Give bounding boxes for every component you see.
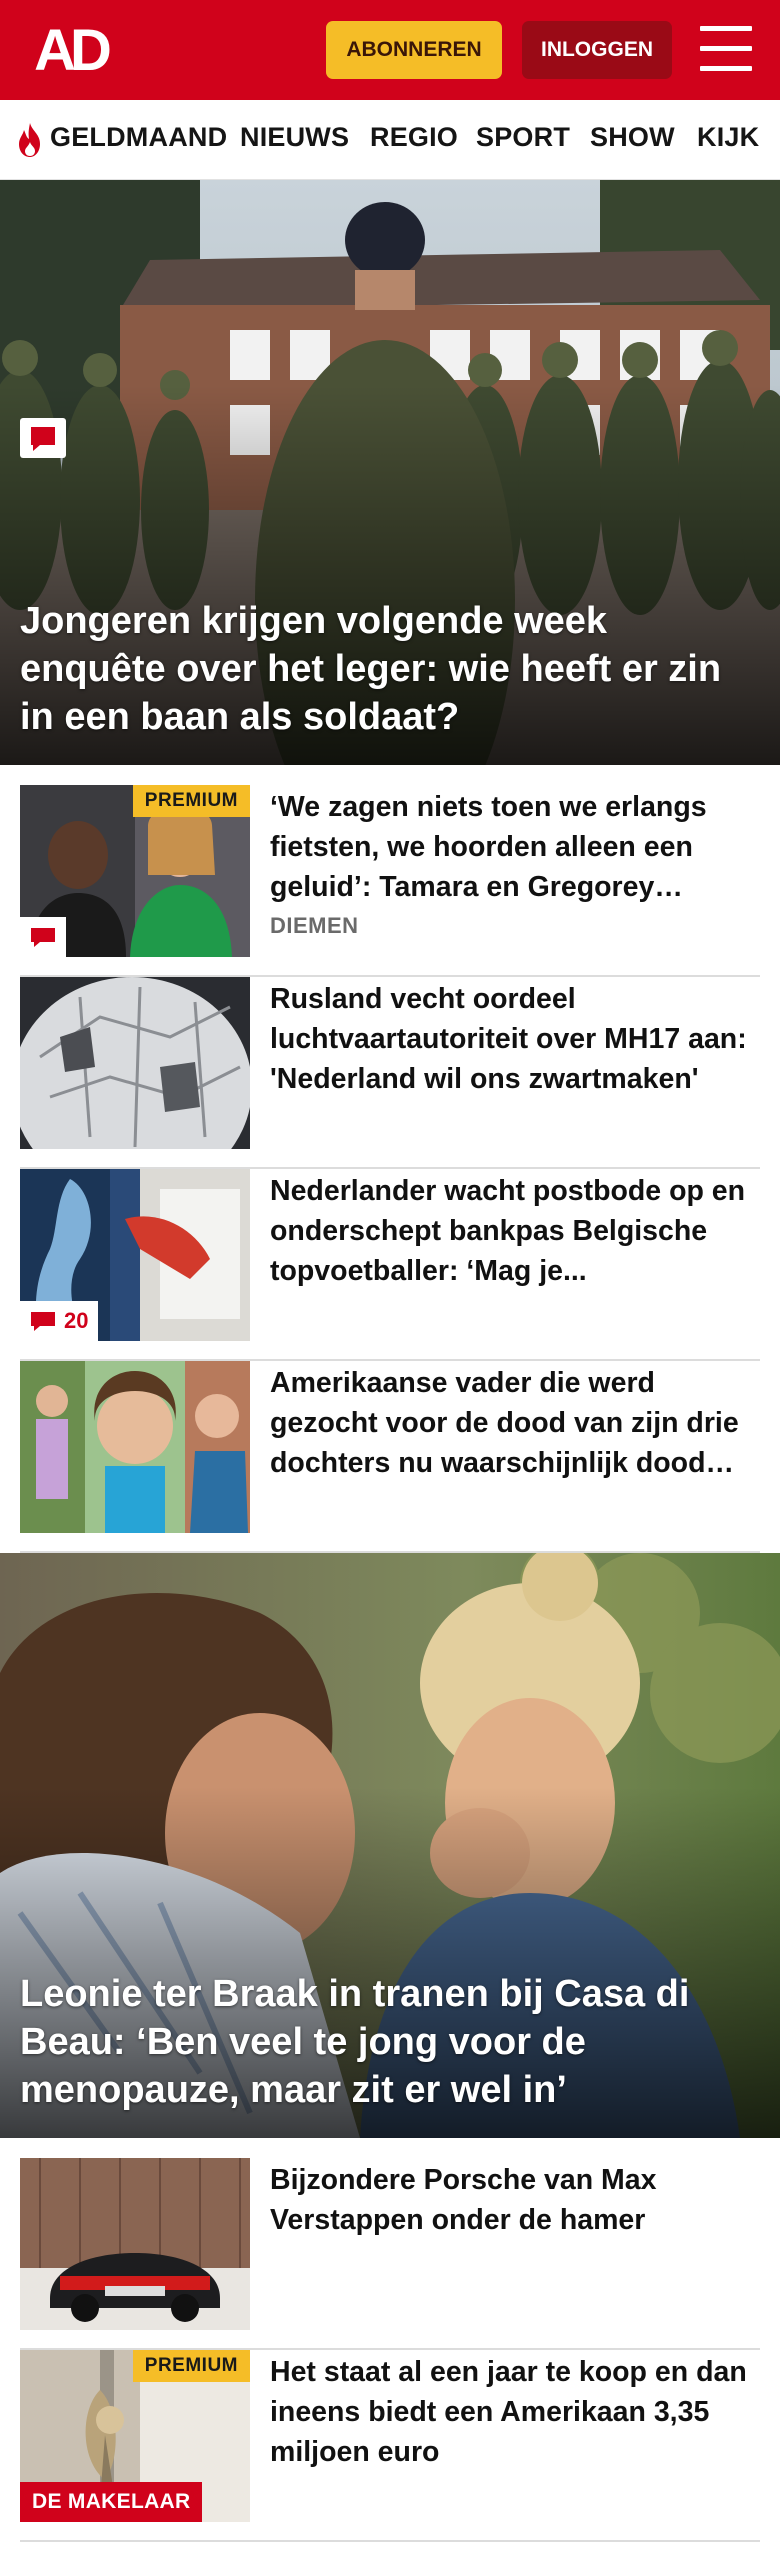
article-thumbnail: PREMIUM: [20, 785, 250, 957]
comment-icon: [31, 928, 55, 947]
premium-badge: PREMIUM: [132, 2350, 250, 2382]
de-makelaar-label[interactable]: DE MAKELAAR: [20, 2482, 203, 2522]
list-item[interactable]: Amerikaanse vader die werd gezocht voor …: [20, 1361, 760, 1553]
hero-title[interactable]: Leonie ter Braak in tranen bij Casa di B…: [20, 1970, 752, 2114]
comment-badge: [20, 917, 66, 957]
comment-icon: [31, 1312, 55, 1331]
hamburger-menu-icon[interactable]: [700, 26, 752, 72]
article-title[interactable]: Amerikaanse vader die werd gezocht voor …: [270, 1363, 750, 1483]
nav-item-geldmaand[interactable]: GELDMAAND: [50, 122, 227, 153]
subscribe-button[interactable]: ABONNEREN: [326, 21, 502, 79]
logo-text: AD: [34, 22, 110, 78]
article-thumbnail: 20: [20, 1169, 250, 1341]
premium-badge: PREMIUM: [132, 785, 250, 817]
comment-count-badge: 20: [20, 1301, 99, 1341]
hero-article-casa-di-beau[interactable]: Leonie ter Braak in tranen bij Casa di B…: [0, 1553, 780, 2138]
ad-logo[interactable]: AD: [24, 22, 116, 78]
article-thumbnail: [20, 977, 250, 1149]
nav-item-sport[interactable]: SPORT: [476, 122, 570, 153]
comment-icon: [31, 427, 55, 451]
nav-item-show[interactable]: SHOW: [590, 122, 675, 153]
comment-badge: [20, 418, 66, 458]
article-title[interactable]: Rusland vecht oordeel luchtvaartautorite…: [270, 979, 750, 1099]
hero-article-army[interactable]: Jongeren krijgen volgende week enquête o…: [0, 180, 780, 765]
article-location: DIEMEN: [270, 913, 359, 938]
article-thumbnail: [20, 1361, 250, 1533]
article-title[interactable]: ‘We zagen niets toen we erlangs fietsten…: [270, 787, 750, 907]
comment-count: 20: [64, 1308, 89, 1333]
article-title[interactable]: Het staat al een jaar te koop en dan ine…: [270, 2352, 750, 2472]
section-nav: GELDMAAND NIEUWS REGIO SPORT SHOW KIJK: [0, 100, 780, 180]
nav-item-kijk[interactable]: KIJK: [697, 122, 759, 153]
nav-item-nieuws[interactable]: NIEUWS: [240, 122, 349, 153]
nav-item-regio[interactable]: REGIO: [370, 122, 458, 153]
list-item[interactable]: 20 Nederlander wacht postbode op en onde…: [20, 1169, 760, 1361]
list-item[interactable]: PREMIUM DE MAKELAAR Het staat al een jaa…: [20, 2350, 760, 2542]
list-item[interactable]: Bijzondere Porsche van Max Verstappen on…: [20, 2158, 760, 2350]
list-item[interactable]: Rusland vecht oordeel luchtvaartautorite…: [20, 977, 760, 1169]
list-item[interactable]: PREMIUM ‘We zagen niets toen we erlangs …: [20, 785, 760, 977]
site-header: AD ABONNEREN INLOGGEN: [0, 0, 780, 100]
article-title[interactable]: Bijzondere Porsche van Max Verstappen on…: [270, 2160, 750, 2240]
article-title[interactable]: Nederlander wacht postbode op en ondersc…: [270, 1171, 750, 1291]
article-thumbnail: PREMIUM DE MAKELAAR: [20, 2350, 250, 2522]
login-button[interactable]: INLOGGEN: [522, 21, 672, 79]
article-thumbnail: [20, 2158, 250, 2330]
flame-icon: [19, 123, 40, 157]
hero-title[interactable]: Jongeren krijgen volgende week enquête o…: [20, 597, 752, 741]
